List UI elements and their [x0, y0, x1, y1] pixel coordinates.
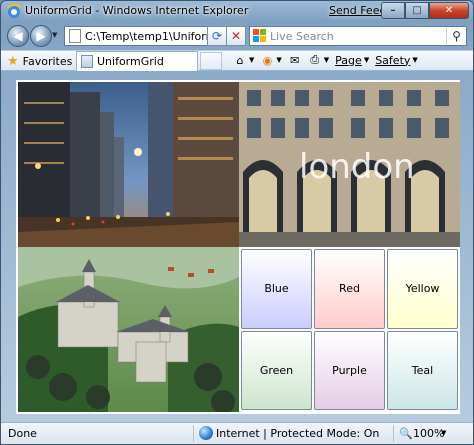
security-zone[interactable]: Internet | Protected Mode: On: [216, 427, 379, 440]
recent-pages-dropdown-icon[interactable]: ▼: [52, 31, 57, 39]
teal-button[interactable]: Teal: [387, 330, 458, 410]
castle-image: [18, 247, 239, 412]
page-menu[interactable]: Page: [335, 54, 362, 67]
page-icon: [69, 29, 81, 43]
status-divider: [393, 425, 394, 442]
safety-menu[interactable]: Safety: [375, 54, 410, 67]
search-box[interactable]: Live Search ⚲: [249, 26, 467, 46]
title-bar: UniformGrid - Windows Internet Explorer …: [1, 1, 473, 21]
new-tab-button[interactable]: [200, 52, 222, 70]
page-dropdown-icon[interactable]: ▼: [364, 56, 369, 64]
refresh-button[interactable]: ⟳: [207, 26, 227, 46]
home-icon[interactable]: ⌂: [233, 53, 247, 67]
london-caption: london: [299, 147, 415, 187]
window-title: UniformGrid - Windows Internet Explorer: [25, 4, 249, 17]
mail-icon[interactable]: ✉: [288, 53, 302, 67]
zoom-dropdown-icon[interactable]: ▼: [441, 429, 446, 437]
live-search-icon: [253, 29, 267, 43]
back-button[interactable]: ◀: [7, 25, 29, 47]
city-image: [18, 82, 239, 247]
minimize-button[interactable]: –: [381, 2, 405, 19]
page-content: london Blue Red Yellow Green Purple Teal: [16, 80, 460, 414]
tab-title: UniformGrid: [97, 55, 164, 68]
status-text: Done: [8, 427, 37, 440]
home-dropdown-icon[interactable]: ▼: [249, 56, 254, 64]
london-image: london: [239, 82, 460, 247]
zoom-level[interactable]: 100%: [413, 427, 444, 440]
status-divider: [193, 425, 194, 442]
browser-window: UniformGrid - Windows Internet Explorer …: [0, 0, 474, 445]
favorites-button[interactable]: ★ Favorites: [7, 53, 72, 69]
search-input[interactable]: Live Search: [270, 30, 334, 43]
favorites-star-icon: ★: [7, 53, 19, 69]
forward-button[interactable]: ▶: [30, 25, 52, 47]
tab-page-icon: [81, 55, 93, 68]
blue-button[interactable]: Blue: [241, 249, 312, 329]
green-button[interactable]: Green: [241, 330, 312, 410]
feeds-icon[interactable]: ◉: [260, 53, 274, 67]
maximize-button[interactable]: □: [405, 2, 429, 19]
command-bar: ★ Favorites UniformGrid ⌂ ▼ ◉ ▼ ✉ ⎙ ▼ Pa…: [1, 50, 473, 71]
purple-button[interactable]: Purple: [314, 330, 385, 410]
favorites-label: Favorites: [22, 54, 73, 68]
print-icon[interactable]: ⎙: [308, 53, 322, 67]
print-dropdown-icon[interactable]: ▼: [324, 56, 329, 64]
feeds-dropdown-icon[interactable]: ▼: [276, 56, 281, 64]
yellow-button[interactable]: Yellow: [387, 249, 458, 329]
red-button[interactable]: Red: [314, 249, 385, 329]
search-icon[interactable]: ⚲: [446, 27, 466, 45]
address-row: ◀ ▶ ▼ C:\Temp\temp1\UniformG ⟳ ✕ Live Se…: [1, 23, 473, 49]
internet-zone-icon: [199, 426, 213, 440]
uniform-grid: london Blue Red Yellow Green Purple Teal: [18, 82, 460, 412]
close-button[interactable]: ✕: [429, 2, 469, 19]
ie-logo-icon: [7, 3, 22, 18]
zoom-icon[interactable]: 🔍: [399, 427, 413, 440]
stop-button[interactable]: ✕: [226, 26, 246, 46]
tab-uniformgrid[interactable]: UniformGrid: [76, 51, 198, 71]
status-bar: Done Internet | Protected Mode: On 🔍 100…: [1, 422, 473, 444]
color-button-grid: Blue Red Yellow Green Purple Teal: [239, 247, 460, 412]
safety-dropdown-icon[interactable]: ▼: [412, 56, 417, 64]
